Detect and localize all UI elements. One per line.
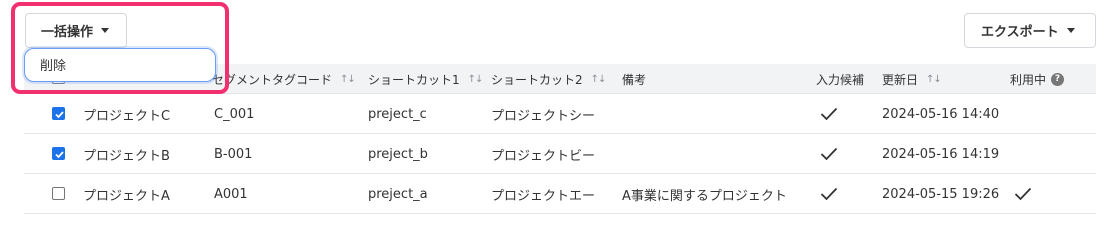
cell-code: A001 [214,186,248,202]
cell-shortcut2: プロジェクトシー [491,108,596,124]
column-header-segment-tag-code[interactable]: セグメントタグコード ↑↓ [212,64,356,94]
check-icon [55,111,64,119]
check-icon [820,94,838,134]
cell-updated-at: 2024-05-16 14:19 [882,146,1000,162]
check-icon [820,174,838,214]
column-header-shortcut2[interactable]: ショートカット2 ↑↓ [491,64,607,94]
bulk-action-button[interactable]: 一括操作 [25,13,127,48]
cell-code: B-001 [214,146,253,162]
cell-shortcut1: preject_c [368,106,427,122]
row-checkbox[interactable] [52,107,65,120]
cell-name: プロジェクトA [83,188,170,204]
sort-icon[interactable]: ↑↓ [468,74,484,85]
cell-note: A事業に関するプロジェクト [622,188,787,204]
table-row[interactable]: プロジェクトB B-001 preject_b プロジェクトビー 2024-05… [24,134,1096,174]
check-icon [55,151,64,159]
cell-name: プロジェクトB [83,148,170,164]
check-icon [820,134,838,174]
column-header-updated-at[interactable]: 更新日 ↑↓ [882,64,942,94]
sort-icon[interactable]: ↑↓ [340,74,356,85]
caret-down-icon [1066,28,1075,33]
bulk-action-label: 一括操作 [41,25,94,40]
column-header-note: 備考 [622,72,647,87]
help-icon[interactable]: ? [1051,72,1065,86]
table-row[interactable]: プロジェクトA A001 preject_a プロジェクトエー A事業に関するプ… [24,174,1096,214]
cell-code: C_001 [214,106,255,122]
check-icon [1014,174,1032,214]
cell-shortcut1: preject_b [368,146,428,162]
cell-shortcut2: プロジェクトビー [491,148,596,164]
cell-updated-at: 2024-05-16 14:40 [882,106,1000,122]
sort-icon[interactable]: ↑↓ [926,74,942,85]
cell-updated-at: 2024-05-15 19:26 [882,186,1000,202]
row-checkbox[interactable] [52,147,65,160]
sort-icon[interactable]: ↑↓ [591,74,607,85]
cell-shortcut2: プロジェクトエー [491,188,596,204]
column-header-shortcut1[interactable]: ショートカット1 ↑↓ [368,64,484,94]
caret-down-icon [101,28,110,33]
export-label: エクスポート [981,25,1059,40]
column-header-in-use: 利用中? [1010,64,1065,94]
table-row[interactable]: プロジェクトC C_001 preject_c プロジェクトシー 2024-05… [24,94,1096,134]
cell-name: プロジェクトC [83,108,171,124]
bulk-action-menu: 削除 [24,48,216,82]
column-header-input-candidate: 入力候補 [816,72,865,87]
cell-shortcut1: preject_a [368,186,428,202]
row-checkbox[interactable] [52,187,65,200]
export-button[interactable]: エクスポート [964,13,1096,48]
menu-item-delete[interactable]: 削除 [40,49,66,80]
